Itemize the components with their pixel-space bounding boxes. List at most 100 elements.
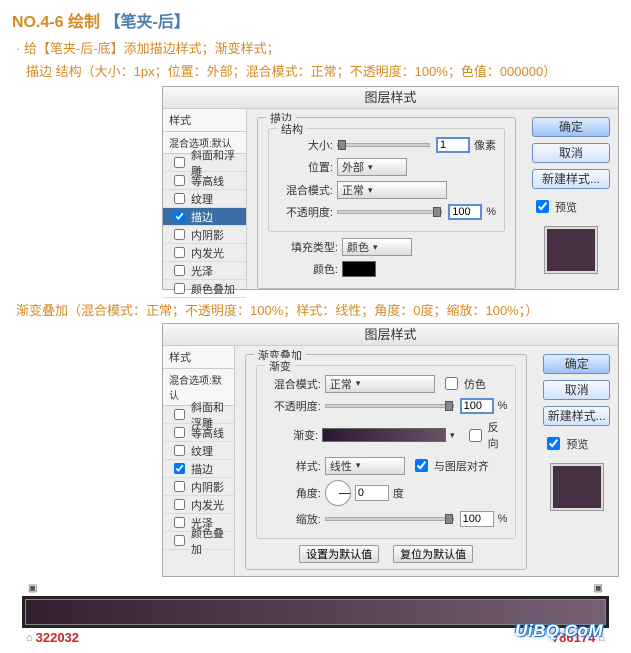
- style-item-color-overlay[interactable]: 颜色叠加: [163, 280, 246, 298]
- style-item-contour[interactable]: 等高线: [163, 424, 234, 442]
- subgroup-title-grad: 渐变: [265, 358, 295, 374]
- size-slider[interactable]: [337, 143, 430, 147]
- label-blend: 混合模式:: [265, 376, 321, 392]
- chevron-down-icon: ▾: [368, 185, 373, 196]
- style-item-texture[interactable]: 纹理: [163, 190, 246, 208]
- title-verb: 绘制: [68, 14, 100, 31]
- checkbox[interactable]: [547, 437, 560, 450]
- checkbox[interactable]: [174, 283, 185, 294]
- checkbox[interactable]: [174, 229, 185, 240]
- dialog-title: 图层样式: [163, 87, 618, 109]
- checkbox[interactable]: [174, 463, 185, 474]
- style-item-bevel[interactable]: 斜面和浮雕: [163, 406, 234, 424]
- chevron-down-icon: ▾: [373, 242, 378, 253]
- align-checkbox[interactable]: 与图层对齐: [411, 456, 489, 475]
- ok-button[interactable]: 确定: [543, 354, 610, 374]
- dialog-action-col: 确定 取消 新建样式... 预览: [537, 346, 618, 576]
- checkbox[interactable]: [174, 157, 185, 168]
- opacity-input[interactable]: [448, 204, 482, 220]
- size-input[interactable]: [436, 137, 470, 153]
- checkbox[interactable]: [174, 427, 185, 438]
- checkbox[interactable]: [174, 481, 185, 492]
- blendmode-dropdown[interactable]: 正常▾: [337, 181, 447, 199]
- checkbox[interactable]: [174, 409, 185, 420]
- unit-pct: %: [486, 206, 496, 218]
- cancel-button[interactable]: 取消: [532, 143, 610, 163]
- filltype-dropdown[interactable]: 颜色▾: [342, 238, 412, 256]
- preview-swatch: [550, 463, 604, 511]
- label-scale: 缩放:: [265, 511, 321, 527]
- checkbox[interactable]: [174, 499, 185, 510]
- checkbox[interactable]: [174, 265, 185, 276]
- checkbox[interactable]: [174, 517, 185, 528]
- unit-px: 像素: [474, 137, 496, 153]
- style-item-bevel[interactable]: 斜面和浮雕: [163, 154, 246, 172]
- preview-checkbox[interactable]: 预览: [532, 197, 610, 216]
- chevron-down-icon[interactable]: ▾: [450, 430, 455, 441]
- dialog-title: 图层样式: [163, 324, 618, 346]
- opacity-slider[interactable]: [337, 210, 442, 214]
- subgroup-title-structure: 结构: [277, 121, 307, 137]
- chevron-down-icon: ▾: [356, 378, 361, 389]
- unit-pct: %: [498, 400, 508, 412]
- checkbox[interactable]: [536, 200, 549, 213]
- checkbox[interactable]: [445, 377, 458, 390]
- label-blend: 混合模式:: [277, 182, 333, 198]
- checkbox[interactable]: [174, 175, 185, 186]
- style-item-stroke[interactable]: 描边: [163, 460, 234, 478]
- cancel-button[interactable]: 取消: [543, 380, 610, 400]
- gradient-settings: 渐变叠加 渐变 混合模式: 正常▾ 仿色: [235, 346, 538, 576]
- checkbox[interactable]: [174, 535, 185, 546]
- label-size: 大小:: [277, 137, 333, 153]
- set-default-button[interactable]: 设置为默认值: [299, 545, 379, 563]
- stroke-color-swatch[interactable]: [342, 261, 376, 277]
- style-item-color-overlay[interactable]: 颜色叠加: [163, 532, 234, 550]
- title-no: NO.4-6: [12, 14, 64, 31]
- opacity-input[interactable]: [460, 398, 494, 414]
- new-style-button[interactable]: 新建样式...: [543, 406, 610, 426]
- style-item-inner-glow[interactable]: 内发光: [163, 496, 234, 514]
- checkbox[interactable]: [174, 193, 185, 204]
- style-item-inner-shadow[interactable]: 内阴影: [163, 478, 234, 496]
- opacity-stop-icon[interactable]: ▣: [594, 583, 603, 594]
- checkbox[interactable]: [415, 459, 428, 472]
- gradient-preview[interactable]: [322, 428, 446, 442]
- position-dropdown[interactable]: 外部▾: [337, 158, 407, 176]
- preview-checkbox[interactable]: 预览: [543, 434, 610, 453]
- ok-button[interactable]: 确定: [532, 117, 610, 137]
- chevron-down-icon: ▾: [368, 162, 373, 173]
- section-title: NO.4-6 绘制 【笔夹-后】: [12, 8, 619, 32]
- styles-head[interactable]: 样式: [163, 346, 234, 369]
- checkbox[interactable]: [174, 445, 185, 456]
- blendmode-dropdown[interactable]: 正常▾: [325, 375, 435, 393]
- label-filltype: 填充类型:: [268, 239, 338, 255]
- unit-pct: %: [498, 513, 508, 525]
- gradient-desc: 渐变叠加（混合模式：正常；不透明度：100%；样式：线性；角度：0度；缩放：10…: [16, 300, 619, 319]
- label-position: 位置:: [277, 159, 333, 175]
- style-item-satin[interactable]: 光泽: [163, 262, 246, 280]
- checkbox[interactable]: [469, 429, 482, 442]
- label-angle: 角度:: [265, 485, 321, 501]
- watermark: UiBQ.CoM: [12, 621, 619, 641]
- angle-dial[interactable]: [325, 480, 351, 506]
- reverse-checkbox[interactable]: 反向: [465, 419, 508, 451]
- checkbox[interactable]: [174, 247, 185, 258]
- style-dropdown[interactable]: 线性▾: [325, 457, 405, 475]
- angle-input[interactable]: [355, 485, 389, 501]
- opacity-stop-icon[interactable]: ▣: [28, 583, 37, 594]
- dither-checkbox[interactable]: 仿色: [441, 374, 486, 393]
- reset-default-button[interactable]: 复位为默认值: [393, 545, 473, 563]
- new-style-button[interactable]: 新建样式...: [532, 169, 610, 189]
- scale-input[interactable]: [460, 511, 494, 527]
- label-grad: 渐变:: [265, 427, 318, 443]
- style-item-inner-shadow[interactable]: 内阴影: [163, 226, 246, 244]
- opacity-slider[interactable]: [325, 404, 454, 408]
- desc-line-1: · 给【笔夹-后-底】添加描边样式；渐变样式；: [16, 38, 619, 57]
- scale-slider[interactable]: [325, 517, 454, 521]
- dialog-action-col: 确定 取消 新建样式... 预览: [526, 109, 618, 289]
- style-item-stroke[interactable]: 描边: [163, 208, 246, 226]
- style-item-inner-glow[interactable]: 内发光: [163, 244, 246, 262]
- style-item-texture[interactable]: 纹理: [163, 442, 234, 460]
- styles-head[interactable]: 样式: [163, 109, 246, 132]
- checkbox[interactable]: [174, 211, 185, 222]
